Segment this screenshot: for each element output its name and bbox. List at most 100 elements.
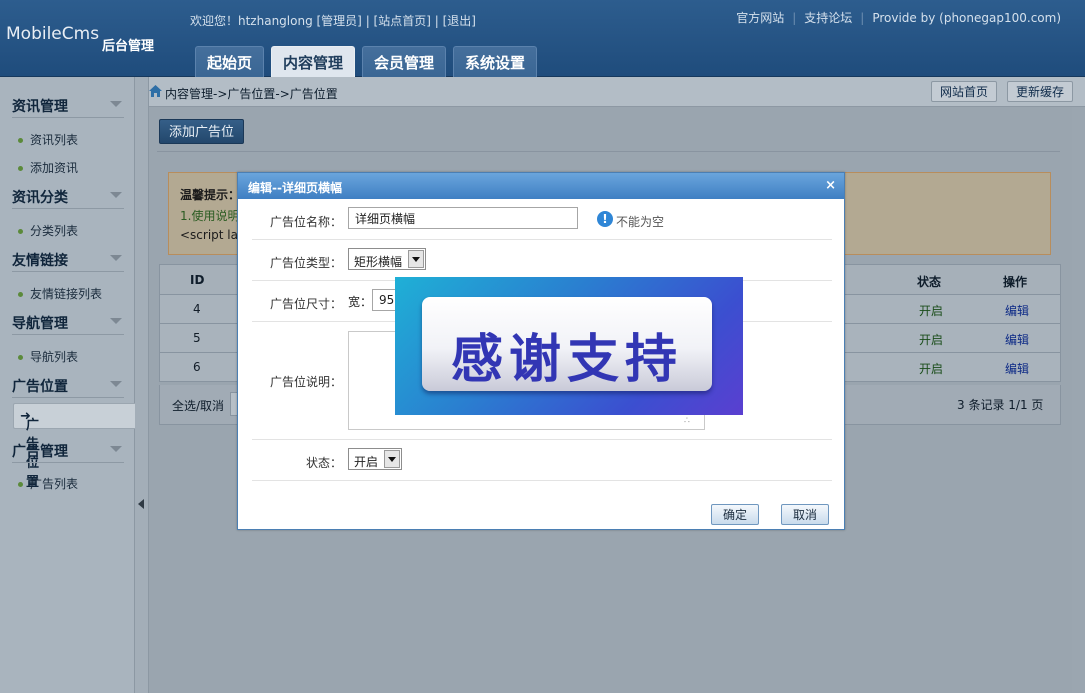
sidebar-group-category[interactable]: 资讯分类 <box>12 187 68 207</box>
sidebar-group-ad-position[interactable]: 广告位置 <box>12 376 68 396</box>
separator: | <box>430 14 443 28</box>
thank-you-text: 感谢支持 <box>450 330 683 390</box>
cell-status[interactable]: 开启 <box>919 360 943 377</box>
sidebar-item-label: 广告列表 <box>30 477 79 491</box>
sidebar-item-category-list[interactable]: 分类列表 <box>18 222 78 239</box>
chevron-down-icon[interactable] <box>110 255 122 261</box>
column-header-status: 状态 <box>917 275 942 289</box>
close-icon[interactable]: × <box>825 178 836 193</box>
app-logo-subtitle: 后台管理 <box>102 39 155 54</box>
sidebar-item-navigation-list[interactable]: 导航列表 <box>18 348 78 365</box>
sidebar-group-links[interactable]: 友情链接 <box>12 250 68 270</box>
chevron-left-icon[interactable] <box>138 499 144 509</box>
name-label: 广告位名称： <box>269 215 342 229</box>
dialog-title-bar[interactable]: 编辑--详细页横幅 × <box>238 173 844 199</box>
divider <box>157 151 1060 152</box>
bullet-icon <box>18 166 23 171</box>
divider <box>252 480 832 481</box>
refresh-cache-button[interactable]: 更新缓存 <box>1007 81 1074 102</box>
cell-status[interactable]: 开启 <box>919 302 943 319</box>
chevron-down-icon[interactable] <box>110 381 122 387</box>
cell-id: 4 <box>193 302 201 316</box>
sidebar-item-label: 添加资讯 <box>30 161 79 175</box>
type-select-value: 矩形横幅 <box>354 255 403 269</box>
sidebar-item-news-list[interactable]: 资讯列表 <box>18 131 78 148</box>
divider <box>12 462 124 463</box>
cell-id: 5 <box>193 331 201 345</box>
chevron-down-icon[interactable] <box>110 318 122 324</box>
description-label: 广告位说明： <box>269 375 342 389</box>
thank-you-plate: 感谢支持 <box>422 297 712 391</box>
sidebar-item-add-news[interactable]: 添加资讯 <box>18 159 78 176</box>
sidebar-item-ad-list[interactable]: 广告列表 <box>18 475 78 492</box>
logout-link[interactable]: [退出] <box>443 14 476 28</box>
bullet-icon <box>18 229 23 234</box>
divider <box>12 271 124 272</box>
chevron-down-icon[interactable] <box>110 446 122 452</box>
welcome-bar: 欢迎您！htzhanglong [管理员] | [站点首页] | [退出] <box>190 12 476 29</box>
app-logo: MobileCms <box>6 24 100 44</box>
width-label: 宽： <box>348 295 373 309</box>
sidebar-item-label: ➜ 广告位置 <box>20 409 40 490</box>
thank-you-banner: 感谢支持 <box>395 277 743 415</box>
required-hint: 不能为空 <box>616 215 665 229</box>
edit-link[interactable]: 编辑 <box>1005 360 1029 377</box>
tab-system-settings[interactable]: 系统设置 <box>453 46 538 77</box>
sidebar-item-ad-position[interactable]: ➜ 广告位置 <box>13 403 135 490</box>
divider <box>12 117 124 118</box>
sidebar-group-ads[interactable]: 广告管理 <box>12 441 68 461</box>
forum-link[interactable]: 支持论坛 <box>804 11 852 25</box>
official-site-link[interactable]: 官方网站 <box>736 11 784 25</box>
type-select[interactable]: 矩形横幅 <box>348 248 426 270</box>
divider <box>252 239 832 240</box>
sidebar-item-label: 资讯列表 <box>30 133 79 147</box>
site-home-link[interactable]: [站点首页] <box>374 14 431 28</box>
cell-status[interactable]: 开启 <box>919 331 943 348</box>
status-select-value: 开启 <box>354 455 379 469</box>
sidebar-item-label: 导航列表 <box>30 350 79 364</box>
status-label: 状态： <box>305 456 342 470</box>
tip-line: <script lan <box>180 228 246 242</box>
provided-by-link[interactable]: Provide by (phonegap100.com) <box>872 11 1061 25</box>
tip-line: 1.使用说明 <box>180 209 240 223</box>
site-home-button[interactable]: 网站首页 <box>931 81 998 102</box>
tip-title: 温馨提示： <box>180 188 241 202</box>
sidebar-group-news[interactable]: 资讯管理 <box>12 96 68 116</box>
chevron-down-icon[interactable] <box>110 192 122 198</box>
sidebar-item-links-list[interactable]: 友情链接列表 <box>18 285 102 302</box>
tab-content-management[interactable]: 内容管理 <box>271 46 356 78</box>
column-header-action: 操作 <box>1003 275 1028 289</box>
breadcrumb-bar: 内容管理->广告位置->广告位置 网站首页 更新缓存 <box>149 77 1085 107</box>
divider <box>12 397 124 398</box>
column-header-id: ID <box>190 273 205 287</box>
separator: | <box>361 14 374 28</box>
resize-grip-icon[interactable]: ∴ <box>684 416 690 426</box>
separator: | <box>792 11 797 25</box>
sidebar-item-label: 友情链接列表 <box>30 287 103 301</box>
add-ad-position-button[interactable]: 添加广告位 <box>159 119 245 144</box>
chevron-down-icon[interactable] <box>384 450 400 468</box>
record-count: 3 条记录 1/1 页 <box>957 398 1044 412</box>
tab-member-management[interactable]: 会员管理 <box>362 46 447 77</box>
info-icon: ! <box>597 211 613 227</box>
cancel-button[interactable]: 取消 <box>781 504 830 525</box>
top-header: MobileCms 后台管理 欢迎您！htzhanglong [管理员] | [… <box>0 0 1085 78</box>
select-all-toggle[interactable]: 全选/取消 <box>172 397 224 414</box>
edit-link[interactable]: 编辑 <box>1005 302 1029 319</box>
bullet-icon <box>18 138 23 143</box>
divider <box>12 334 124 335</box>
confirm-button[interactable]: 确定 <box>711 504 760 525</box>
breadcrumb: 内容管理->广告位置->广告位置 <box>165 87 338 101</box>
top-links: 官方网站 | 支持论坛 | Provide by (phonegap100.com) <box>736 9 1061 26</box>
name-input[interactable] <box>348 207 578 229</box>
bullet-icon <box>18 292 23 297</box>
sidebar-group-navigation[interactable]: 导航管理 <box>12 313 68 333</box>
tab-start[interactable]: 起始页 <box>195 46 265 77</box>
status-select[interactable]: 开启 <box>348 448 402 470</box>
sidebar-collapse-handle[interactable] <box>135 77 149 693</box>
edit-link[interactable]: 编辑 <box>1005 331 1029 348</box>
chevron-down-icon[interactable] <box>408 250 424 268</box>
welcome-text: 欢迎您！htzhanglong [管理员] <box>190 14 362 28</box>
separator: | <box>860 11 865 25</box>
chevron-down-icon[interactable] <box>110 101 122 107</box>
